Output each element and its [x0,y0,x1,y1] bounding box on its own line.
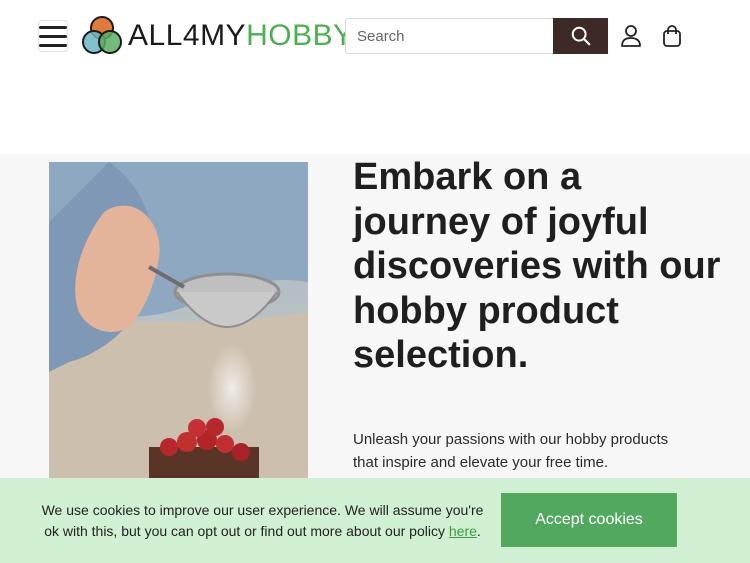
search-bar [345,18,608,54]
hero-subtitle: Unleash your passions with our hobby pro… [353,431,669,471]
search-icon [571,26,590,46]
cookie-policy-link[interactable]: here [449,523,477,539]
site-logo[interactable]: ALL4MYHOBBY [80,14,354,58]
cookie-text: We use cookies to improve our user exper… [41,502,484,539]
site-header: ALL4MYHOBBY [0,0,750,72]
logo-text: ALL4MYHOBBY [128,19,354,52]
baking-photo [49,162,308,492]
cookie-banner: We use cookies to improve our user exper… [0,478,750,563]
shopping-bag-icon [663,25,681,47]
hero-title: Embark on a journey of joyful discoverie… [353,156,721,376]
accept-cookies-button[interactable]: Accept cookies [501,493,677,547]
account-button[interactable] [619,24,643,48]
logo-circles-icon [82,16,122,54]
search-input[interactable] [345,18,553,54]
search-button[interactable] [553,18,608,54]
user-icon [621,25,641,47]
cart-button[interactable] [660,24,684,48]
hero-image [49,162,308,492]
hamburger-menu-icon [39,25,67,29]
menu-button[interactable] [38,20,68,52]
